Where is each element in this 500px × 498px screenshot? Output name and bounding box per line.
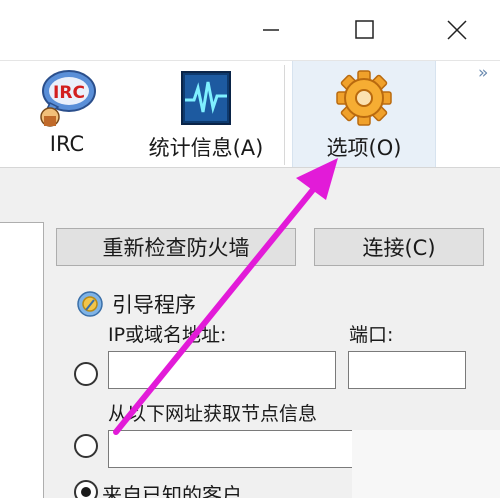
connection-panel: 重新检查防火墙 连接(C) 引导程序 IP或域名地址: 端口: 从以下网址获取节… [0, 168, 500, 498]
bootstrap-group-title: 引导程序 [76, 289, 196, 319]
toolbar-button-statistics[interactable]: 统计信息(A) [136, 61, 276, 167]
emule-window: IRC IRC 统计信息(A) 选项(O) » 重新检查防火墙 连接(C) 引导… [0, 0, 500, 498]
toolbar: IRC IRC 统计信息(A) 选项(O) » [0, 61, 500, 168]
gear-icon [332, 66, 396, 130]
toolbar-label-options: 选项(O) [326, 136, 402, 160]
statistics-icon [174, 66, 238, 130]
recheck-firewall-button[interactable]: 重新检查防火墙 [56, 228, 296, 266]
port-field[interactable] [348, 351, 466, 389]
toolbar-label-irc: IRC [49, 132, 85, 156]
watermark-overlay [352, 430, 500, 498]
server-status-panel [0, 222, 44, 498]
minimize-icon [263, 29, 279, 31]
close-icon [447, 20, 467, 40]
bootstrap-title: 引导程序 [112, 293, 196, 317]
radio-ip-address[interactable] [74, 362, 98, 386]
irc-icon: IRC [35, 66, 99, 130]
known-clients-label: 来自已知的客户 [102, 483, 242, 498]
toolbar-button-options[interactable]: 选项(O) [292, 61, 436, 167]
maximize-button[interactable] [342, 8, 388, 52]
maximize-icon [355, 20, 374, 39]
title-bar [0, 0, 500, 61]
radio-node-url[interactable] [74, 434, 98, 458]
node-url-label: 从以下网址获取节点信息 [108, 403, 318, 425]
ip-address-label: IP或域名地址: [108, 324, 227, 346]
svg-text:IRC: IRC [53, 83, 85, 103]
toolbar-button-irc[interactable]: IRC IRC [20, 61, 114, 167]
radio-known-clients[interactable] [74, 480, 98, 498]
port-label: 端口: [349, 324, 394, 346]
connect-button[interactable]: 连接(C) [314, 228, 484, 266]
minimize-button[interactable] [248, 8, 294, 52]
close-button[interactable] [434, 8, 480, 52]
bootstrap-icon [77, 291, 103, 317]
toolbar-overflow-chevron-icon[interactable]: » [478, 63, 489, 83]
toolbar-label-statistics: 统计信息(A) [148, 136, 264, 160]
toolbar-separator [284, 65, 285, 165]
ip-address-field[interactable] [108, 351, 336, 389]
